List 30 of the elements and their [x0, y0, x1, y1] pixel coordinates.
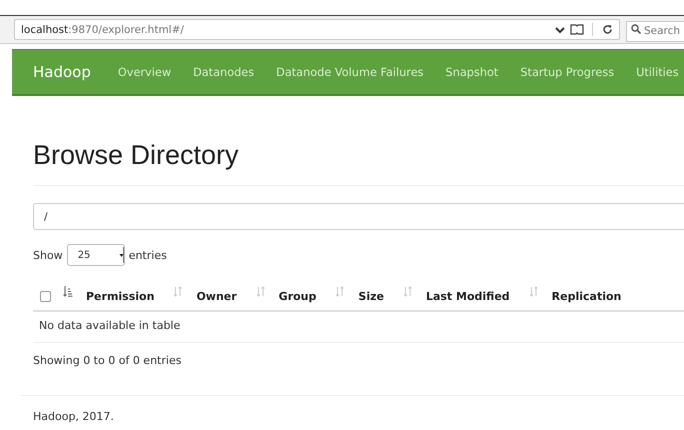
url-path: :9870/explorer.html#/: [68, 24, 184, 36]
column-header[interactable]: Group: [278, 290, 316, 302]
sort-ascending-icon[interactable]: [63, 286, 73, 297]
entries-select[interactable]: 25: [66, 244, 125, 266]
sort-icon[interactable]: [173, 286, 184, 297]
column-header[interactable]: Last Modified: [426, 290, 510, 302]
caret-icon: [118, 247, 124, 263]
column-header[interactable]: Permission: [86, 290, 154, 302]
sort-icon[interactable]: [528, 286, 539, 297]
address-bar[interactable]: localhost:9870/explorer.html#/: [14, 19, 620, 40]
sort-icon[interactable]: [256, 286, 266, 297]
search-icon: [631, 24, 641, 34]
reader-icon[interactable]: [570, 24, 584, 35]
search-field[interactable]: Search: [626, 20, 684, 42]
table-info: Showing 0 to 0 of 0 entries: [33, 354, 182, 367]
empty-table-message: No data available in table: [33, 312, 684, 343]
select-all-checkbox[interactable]: [40, 290, 51, 302]
url-host: localhost: [21, 24, 68, 36]
sort-icon[interactable]: [402, 286, 413, 297]
show-label: Show: [33, 248, 63, 262]
column-header[interactable]: Owner: [196, 290, 237, 302]
column-header[interactable]: Size: [358, 290, 384, 302]
dropdown-icon[interactable]: [555, 26, 565, 34]
column-header[interactable]: Replication: [552, 290, 622, 302]
reload-icon[interactable]: [602, 24, 613, 35]
footer-text: Hadoop, 2017.: [33, 410, 115, 423]
sort-icon[interactable]: [335, 286, 346, 297]
page-heading: Browse Directory: [33, 140, 240, 172]
path-field[interactable]: /: [33, 203, 684, 230]
entries-label: entries: [128, 248, 167, 262]
